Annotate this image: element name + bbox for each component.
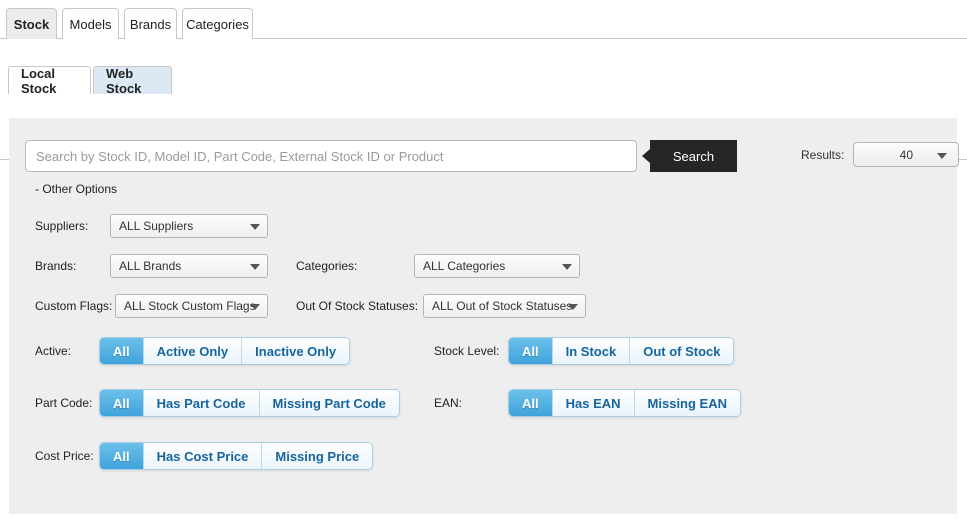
filter-categories-select[interactable]: ALL Categories: [414, 254, 580, 278]
chevron-down-icon: [562, 264, 572, 270]
toggle-active-option-all[interactable]: All: [100, 338, 144, 364]
toggle-ean: EAN: All Has EAN Missing EAN: [434, 389, 742, 417]
toggle-cost-price-option-has-cost-price-label: Has Cost Price: [156, 448, 249, 464]
toggle-cost-price-option-missing-price-label: Missing Price: [275, 448, 360, 464]
filter-custom-flags-label: Custom Flags:: [35, 299, 113, 313]
toggle-ean-option-has-ean-label: Has EAN: [565, 395, 621, 411]
chevron-down-icon: [937, 153, 948, 159]
toggle-cost-price-option-all[interactable]: All: [100, 443, 144, 469]
search-button-label: Search: [672, 148, 715, 164]
results-count-control: Results: 40: [801, 142, 960, 167]
toggle-part-code-option-has-part-code-label: Has Part Code: [156, 395, 246, 411]
tab-brands[interactable]: Brands: [124, 8, 177, 39]
filter-suppliers-value: ALL Suppliers: [119, 219, 194, 233]
other-options-label: - Other Options: [35, 182, 118, 196]
toggle-active-label: Active:: [35, 344, 72, 358]
subtab-web-stock-label: Web Stock: [106, 65, 142, 96]
filter-suppliers-select[interactable]: ALL Suppliers: [110, 214, 268, 238]
filter-brands-select[interactable]: ALL Brands: [110, 254, 268, 278]
toggle-active: Active: All Active Only Inactive Only: [35, 337, 351, 365]
results-count-select[interactable]: 40: [853, 142, 960, 167]
toggle-part-code-label: Part Code:: [35, 396, 93, 410]
toggle-part-code: Part Code: All Has Part Code Missing Par…: [35, 389, 400, 417]
primary-tab-bar: Stock Models Brands Categories: [0, 0, 967, 39]
toggle-active-option-active-only-label: Active Only: [156, 343, 229, 359]
toggle-cost-price-option-has-cost-price[interactable]: Has Cost Price: [143, 443, 263, 469]
toggle-part-code-option-all-label: All: [113, 395, 130, 411]
chevron-down-icon: [250, 304, 260, 310]
toggle-active-option-inactive-only[interactable]: Inactive Only: [242, 338, 350, 364]
subtab-local-stock[interactable]: Local Stock: [8, 65, 91, 96]
filter-out-of-stock-statuses-value: ALL Out of Stock Statuses: [432, 299, 573, 313]
filter-suppliers-label: Suppliers:: [35, 219, 89, 233]
filter-categories-value: ALL Categories: [423, 259, 506, 273]
filter-custom-flags-value: ALL Stock Custom Flags: [124, 299, 256, 313]
toggle-part-code-group: All Has Part Code Missing Part Code: [99, 389, 400, 417]
toggle-ean-option-has-ean[interactable]: Has EAN: [552, 390, 635, 416]
filter-brands-label: Brands:: [35, 259, 77, 273]
chevron-down-icon: [250, 224, 260, 230]
other-options-toggle[interactable]: - Other Options: [35, 182, 117, 196]
toggle-stock-level-option-out-of-stock[interactable]: Out of Stock: [630, 338, 734, 364]
tab-categories-label: Categories: [186, 16, 249, 32]
toggle-active-group: All Active Only Inactive Only: [99, 337, 351, 365]
filter-suppliers: Suppliers: ALL Suppliers: [35, 214, 268, 238]
results-count-value: 40: [899, 147, 914, 162]
toggle-part-code-option-has-part-code[interactable]: Has Part Code: [143, 390, 260, 416]
tab-models-label: Models: [69, 16, 112, 32]
tab-models[interactable]: Models: [62, 8, 119, 39]
stock-filter-panel: Search Results: 40 - Other Options Suppl…: [9, 118, 960, 514]
toggle-ean-group: All Has EAN Missing EAN: [508, 389, 742, 417]
filter-out-of-stock-statuses-label: Out Of Stock Statuses:: [296, 299, 419, 313]
toggle-stock-level-option-all-label: All: [522, 343, 539, 359]
filter-categories-label: Categories:: [296, 259, 358, 273]
filter-brands-value: ALL Brands: [119, 259, 182, 273]
tab-brands-label: Brands: [129, 16, 172, 32]
toggle-part-code-option-missing-part-code-label: Missing Part Code: [272, 395, 386, 411]
filter-brands: Brands: ALL Brands: [35, 254, 268, 278]
toggle-stock-level-option-out-of-stock-label: Out of Stock: [643, 343, 721, 359]
toggle-part-code-option-all[interactable]: All: [100, 390, 144, 416]
results-label: Results:: [801, 147, 845, 162]
toggle-active-option-active-only[interactable]: Active Only: [143, 338, 243, 364]
toggle-active-option-inactive-only-label: Inactive Only: [255, 343, 337, 359]
search-button[interactable]: Search: [650, 140, 737, 172]
toggle-cost-price-option-missing-price[interactable]: Missing Price: [262, 443, 373, 469]
toggle-stock-level-option-in-stock-label: In Stock: [565, 343, 617, 359]
toggle-stock-level: Stock Level: All In Stock Out of Stock: [434, 337, 735, 365]
toggle-ean-option-all-label: All: [522, 395, 539, 411]
toggle-part-code-option-missing-part-code[interactable]: Missing Part Code: [259, 390, 399, 416]
filter-out-of-stock-statuses-select[interactable]: ALL Out of Stock Statuses: [423, 294, 586, 318]
tab-stock-label: Stock: [13, 16, 50, 32]
toggle-ean-option-all[interactable]: All: [509, 390, 553, 416]
subtab-local-stock-label: Local Stock: [21, 65, 57, 96]
toggle-cost-price-label: Cost Price:: [35, 449, 94, 463]
search-bar: Search: [25, 140, 737, 172]
filter-out-of-stock-statuses: Out Of Stock Statuses: ALL Out of Stock …: [296, 294, 586, 318]
filter-categories: Categories: ALL Categories: [296, 254, 580, 278]
toggle-active-option-all-label: All: [113, 343, 130, 359]
toggle-ean-label: EAN:: [434, 396, 463, 410]
toggle-stock-level-group: All In Stock Out of Stock: [508, 337, 735, 365]
tab-categories[interactable]: Categories: [182, 8, 253, 39]
toggle-stock-level-label: Stock Level:: [434, 344, 500, 358]
search-input[interactable]: [25, 140, 637, 172]
secondary-tab-bar: Local Stock Web Stock: [0, 61, 967, 160]
chevron-down-icon: [568, 304, 578, 310]
search-button-arrow-icon: [642, 149, 650, 163]
toggle-ean-option-missing-ean-label: Missing EAN: [647, 395, 728, 411]
toggle-stock-level-option-all[interactable]: All: [509, 338, 553, 364]
toggle-cost-price-option-all-label: All: [113, 448, 130, 464]
chevron-down-icon: [250, 264, 260, 270]
filter-custom-flags-select[interactable]: ALL Stock Custom Flags: [115, 294, 268, 318]
toggle-cost-price-group: All Has Cost Price Missing Price: [99, 442, 374, 470]
tab-stock[interactable]: Stock: [6, 8, 57, 39]
toggle-cost-price: Cost Price: All Has Cost Price Missing P…: [35, 442, 374, 470]
subtab-web-stock[interactable]: Web Stock: [93, 65, 172, 96]
filter-custom-flags: Custom Flags: ALL Stock Custom Flags: [35, 294, 268, 318]
toggle-ean-option-missing-ean[interactable]: Missing EAN: [634, 390, 741, 416]
toggle-stock-level-option-in-stock[interactable]: In Stock: [552, 338, 631, 364]
